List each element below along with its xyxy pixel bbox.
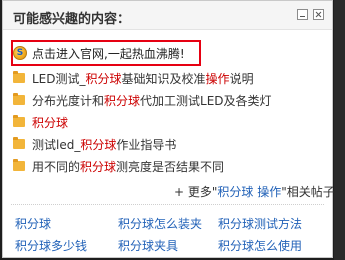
recommendation-panel: 可能感兴趣的内容： S 点击进入官网,一起热血沸腾! LED测试_ 积分球 基础知识… [2,0,335,258]
item-text[interactable]: 基础知识及校准 [122,70,206,87]
item-text[interactable]: 用不同的 [32,158,80,175]
related-link[interactable]: 积分球夹具 [118,237,178,254]
folder-icon [13,159,25,171]
related-link[interactable]: 积分球怎么装夹 [118,215,202,232]
item-text[interactable]: LED测试_ [32,70,86,87]
related-link[interactable]: 积分球多少钱 [15,237,87,254]
item-keyword[interactable]: 操作 [206,70,230,87]
divider [11,204,324,205]
folder-icon [13,115,25,127]
panel-title: 可能感兴趣的内容： [13,12,131,27]
close-icon[interactable] [313,9,324,20]
list-item[interactable]: 用不同的 积分球 测亮度是否结果不同 [13,157,224,175]
item-keyword[interactable]: 积分球 [32,114,68,131]
folder-icon [13,71,25,83]
item-keyword[interactable]: 积分球 [80,158,116,175]
related-link[interactable]: 积分球 [15,215,51,232]
item-text[interactable]: 测亮度是否结果不同 [116,158,224,175]
folder-icon [13,137,25,149]
item-keyword[interactable]: 积分球 [104,92,140,109]
item-text[interactable]: 测试led_ [32,136,80,153]
item-keyword[interactable]: 积分球 [80,136,116,153]
list-item[interactable]: 测试led_ 积分球 作业指导书 [13,135,176,153]
item-text[interactable]: 分布光度计和 [32,92,104,109]
item-text[interactable]: 作业指导书 [116,136,176,153]
more-keyword[interactable]: 积分球 操作 [217,185,281,199]
related-link[interactable]: 积分球测试方法 [218,215,302,232]
more-suffix: "相关帖子 [281,185,335,199]
list-item[interactable]: LED测试_ 积分球 基础知识及校准 操作 说明 [13,69,254,87]
site-logo-icon: S [13,46,27,60]
list-item[interactable]: 积分球 [13,113,68,131]
item-text[interactable]: 说明 [230,70,254,87]
minimize-icon[interactable] [297,9,308,20]
more-prefix: + 更多" [174,185,218,199]
related-link[interactable]: 积分球怎么使用 [218,237,302,254]
promo-link[interactable]: S 点击进入官网,一起热血沸腾! [13,45,185,61]
item-text[interactable]: 代加工测试LED及各类灯 [140,92,272,109]
panel-header: 可能感兴趣的内容： [3,1,332,30]
folder-icon [13,93,25,105]
more-posts-link[interactable]: + 更多"积分球 操作"相关帖子 [174,183,335,200]
background-edge [334,0,345,260]
item-keyword[interactable]: 积分球 [86,70,122,87]
promo-text[interactable]: 点击进入官网,一起热血沸腾! [32,45,185,62]
list-item[interactable]: 分布光度计和 积分球 代加工测试LED及各类灯 [13,91,272,109]
